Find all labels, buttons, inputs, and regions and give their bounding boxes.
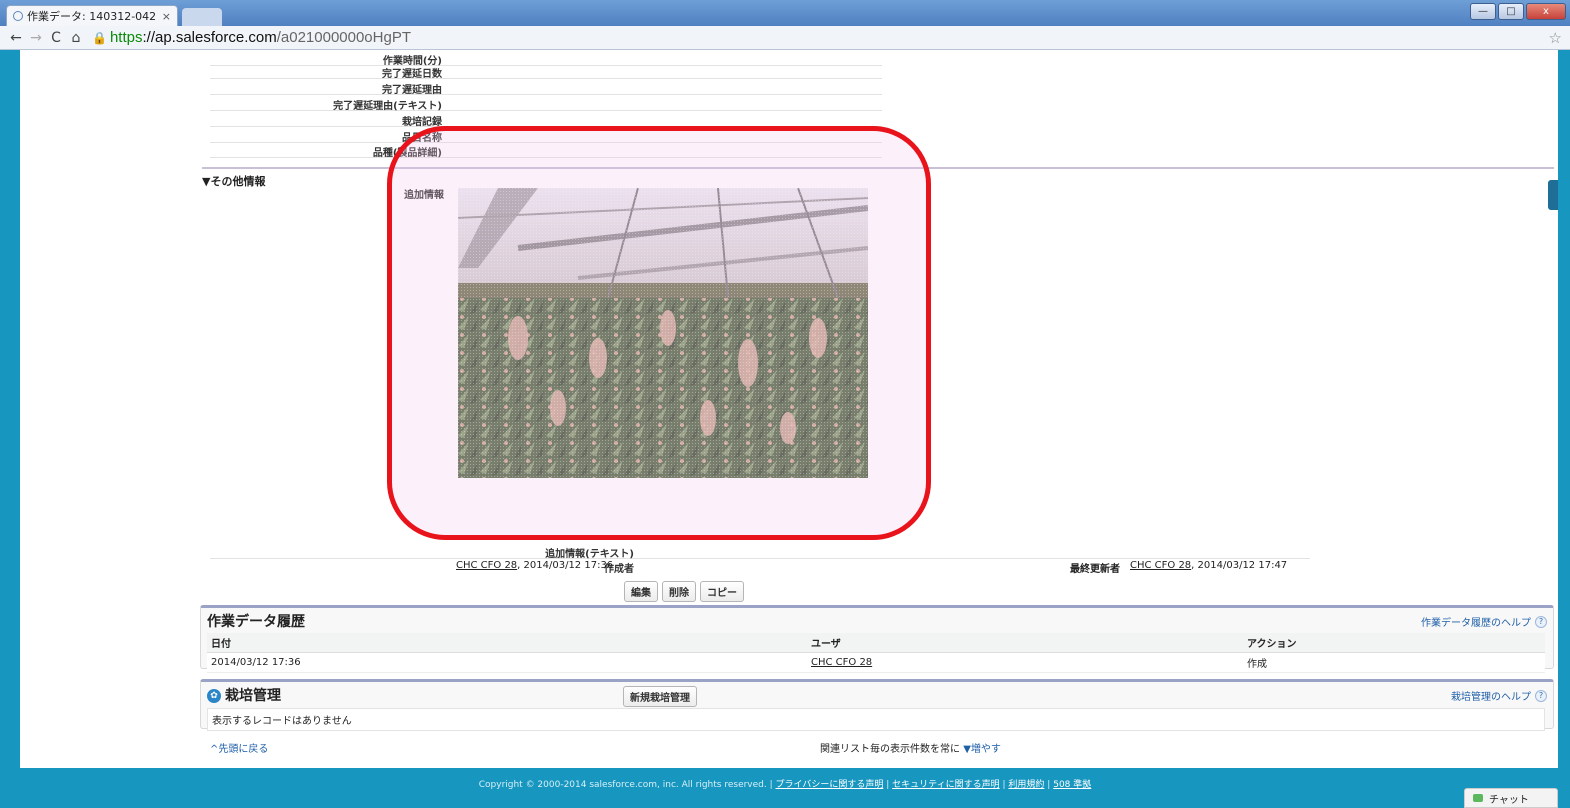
column-header-user: ユーザ [807, 633, 1243, 653]
cultivation-icon: ✿ [207, 689, 221, 703]
delete-button[interactable]: 削除 [662, 581, 696, 602]
reload-icon[interactable]: C [46, 30, 66, 46]
forward-icon[interactable]: → [26, 30, 46, 46]
show-more-related: 関連リスト毎の表示件数を常に ▼増やす [820, 744, 1001, 755]
window-controls: — □ x [1470, 3, 1566, 20]
additional-info-label: 追加情報 [404, 190, 444, 201]
field-row: 栽培記録 [210, 111, 882, 128]
field-row: 追加情報(テキスト) [210, 543, 1310, 560]
back-icon[interactable]: ← [6, 30, 26, 46]
cultivation-help-link[interactable]: 栽培管理のヘルプ ? [1451, 688, 1547, 703]
chat-widget[interactable]: チャット [1464, 788, 1558, 808]
cultivation-related-list: ✿ 栽培管理 新規栽培管理 栽培管理のヘルプ ? 表示するレコードはありません [200, 679, 1554, 731]
edit-button[interactable]: 編集 [624, 581, 658, 602]
bookmark-star-icon[interactable]: ☆ [1549, 29, 1562, 47]
no-records-message: 表示するレコードはありません [207, 708, 1545, 731]
security-link[interactable]: セキュリティに関する声明 [892, 780, 999, 790]
modified-by-user-link[interactable]: CHC CFO 28 [1130, 560, 1191, 571]
page-content: 作業時間(分) 完了遅延日数 完了遅延理由 完了遅延理由(テキスト) 栽培記録 … [20, 50, 1558, 768]
field-row: 完了遅延日数 [210, 63, 882, 80]
chat-label: チャット [1489, 794, 1529, 806]
lock-icon: 🔒 [92, 30, 107, 45]
help-icon: ? [1535, 615, 1547, 628]
footer: Copyright © 2000-2014 salesforce.com, in… [478, 780, 1092, 790]
field-row: 品種(製品詳細) [210, 142, 882, 159]
maximize-button[interactable]: □ [1498, 3, 1524, 20]
show-more-link[interactable]: ▼増やす [963, 744, 1001, 755]
copy-button[interactable]: コピー [700, 581, 744, 602]
history-help-link[interactable]: 作業データ履歴のヘルプ ? [1421, 614, 1547, 629]
column-header-action: アクション [1243, 633, 1545, 653]
chat-icon [1473, 794, 1483, 802]
modified-date: , 2014/03/12 17:47 [1191, 560, 1288, 571]
minimize-button[interactable]: — [1470, 3, 1496, 20]
url-field[interactable]: 🔒 https ://ap.salesforce.com /a021000000… [92, 29, 411, 46]
close-window-button[interactable]: x [1526, 3, 1566, 20]
modified-by-label: 最終更新者 [1070, 564, 1120, 575]
help-icon: ? [1535, 689, 1547, 702]
field-row: 完了遅延理由 [210, 79, 882, 96]
tab-title: 作業データ: 140312-042 [27, 10, 157, 23]
cultivation-title: 栽培管理 [225, 688, 281, 704]
created-by-user-link[interactable]: CHC CFO 28 [456, 560, 517, 571]
field-row: 品目名称 [210, 127, 882, 144]
field-row: 完了遅延理由(テキスト) [210, 95, 882, 112]
new-cultivation-button[interactable]: 新規栽培管理 [623, 686, 697, 707]
history-related-list: 作業データ履歴 作業データ履歴のヘルプ ? 日付 ユーザ アクション 2014/… [200, 605, 1554, 673]
home-icon[interactable]: ⌂ [66, 30, 86, 46]
history-user-link[interactable]: CHC CFO 28 [811, 657, 872, 668]
close-tab-icon[interactable]: × [162, 10, 171, 23]
record-actions: 編集 削除 コピー [624, 581, 744, 602]
browser-tab-bar: 作業データ: 140312-042 × — □ x [0, 0, 1570, 26]
table-row: 2014/03/12 17:36 CHC CFO 28 作成 [207, 652, 1545, 673]
page-icon [13, 11, 23, 21]
new-tab-button[interactable] [182, 8, 222, 26]
history-table: 日付 ユーザ アクション 2014/03/12 17:36 CHC CFO 28… [207, 633, 1545, 673]
created-by-row: 作成者 CHC CFO 28, 2014/03/12 17:36 最終更新者 C… [210, 558, 1310, 575]
greenhouse-photo [458, 188, 868, 478]
terms-link[interactable]: 利用規約 [1008, 780, 1044, 790]
browser-tab[interactable]: 作業データ: 140312-042 × [6, 5, 178, 26]
created-date: , 2014/03/12 17:36 [517, 560, 614, 571]
back-to-top-link[interactable]: ^先頭に戻る [210, 740, 268, 755]
privacy-link[interactable]: プライバシーに関する声明 [776, 780, 884, 790]
sidebar-toggle[interactable] [1548, 180, 1558, 210]
history-title: 作業データ履歴 [207, 614, 305, 630]
address-bar: ← → C ⌂ 🔒 https ://ap.salesforce.com /a0… [0, 26, 1570, 50]
column-header-date: 日付 [207, 633, 807, 653]
section-508-link[interactable]: 508 準拠 [1053, 780, 1091, 790]
